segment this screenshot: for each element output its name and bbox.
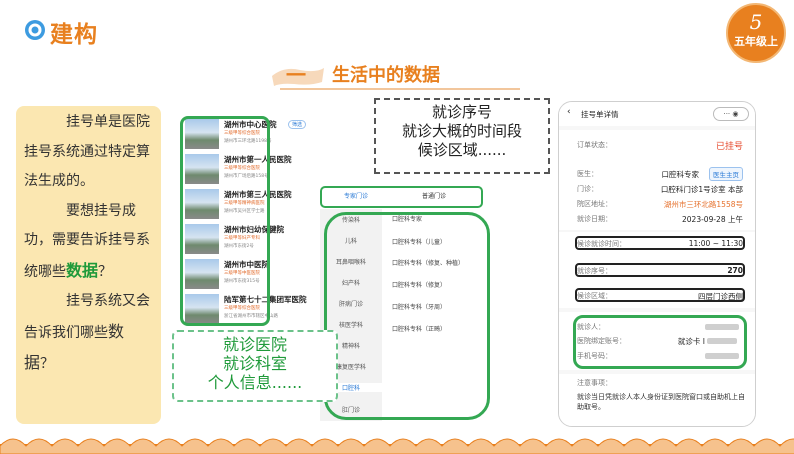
callout-hospital-info: 就诊医院 就诊科室 个人信息...... — [172, 330, 338, 402]
time-value: 11:00 ~ 11:30 — [688, 239, 743, 248]
callout-visit-info: 就诊序号 就诊大概的时间段 候诊区域...... — [374, 98, 550, 174]
clinic-value: 口腔科门诊1号诊室 本部 — [660, 185, 743, 194]
back-icon[interactable]: ‹ — [567, 107, 571, 117]
section-underline — [280, 88, 520, 90]
detail-topbar: ‹ 挂号单详情 ··· ◉ — [559, 102, 755, 126]
date-value: 2023-09-28 上午 — [682, 215, 743, 224]
department-highlight-frame — [324, 212, 490, 420]
doctor-homepage-button[interactable]: 医生主页 — [709, 167, 743, 181]
redacted-phone — [705, 353, 739, 359]
card-paragraph-1: 挂号单是医院挂号系统通过特定算法生成的。 — [24, 114, 150, 189]
registration-detail-screen: ‹ 挂号单详情 ··· ◉ 订单状态： 已挂号 医生： 口腔科专家 医生主页 门… — [558, 101, 756, 427]
miniapp-capsule[interactable]: ··· ◉ — [713, 107, 749, 121]
decorative-scallop-border — [0, 438, 794, 454]
section-number-brush: 一 — [272, 63, 324, 87]
section-number: 一 — [286, 63, 306, 87]
filter-button[interactable]: 筛选 — [288, 120, 307, 129]
detail-title: 挂号单详情 — [581, 110, 619, 119]
hospital-highlight-frame — [180, 116, 270, 326]
doctor-value: 口腔科专家 — [661, 170, 700, 179]
card-paragraph-3: 挂号系统又会告诉我们哪些数据？ — [24, 293, 150, 372]
redacted-name — [705, 324, 739, 330]
grade-number: 5 — [749, 10, 763, 34]
section-title: 生活中的数据 — [332, 65, 440, 86]
card-paragraph-2: 要想挂号成功，需要告诉挂号系统哪些数据？ — [24, 202, 150, 280]
address-value[interactable]: 湖州市三环北路1558号 — [664, 199, 743, 210]
page-title: 建构 — [50, 22, 98, 48]
card-value: 就诊卡 I — [677, 337, 705, 346]
notes-text: 就诊当日凭就诊人本人身份证到医院窗口或自助机上自助取号。 — [577, 393, 745, 411]
location-icon — [25, 20, 45, 40]
section-heading: 一 生活中的数据 — [270, 58, 530, 90]
status-value: 已挂号 — [715, 142, 743, 152]
grade-badge: 5 五年级上 — [726, 3, 786, 63]
seq-value: 270 — [727, 266, 743, 275]
grade-label: 五年级上 — [734, 35, 778, 48]
explanation-card: 挂号单是医院挂号系统通过特定算法生成的。 要想挂号成功，需要告诉挂号系统哪些数据… — [16, 106, 161, 424]
area-value: 四层门诊西侧 — [698, 292, 743, 301]
redacted-card — [707, 338, 737, 344]
tab-normal[interactable]: 普通门诊 — [422, 191, 446, 200]
keyword-data: 数据 — [66, 260, 99, 280]
tab-expert[interactable]: 专家门诊 — [344, 191, 368, 200]
clinic-type-tabs: 专家门诊 普通门诊 — [320, 186, 483, 208]
